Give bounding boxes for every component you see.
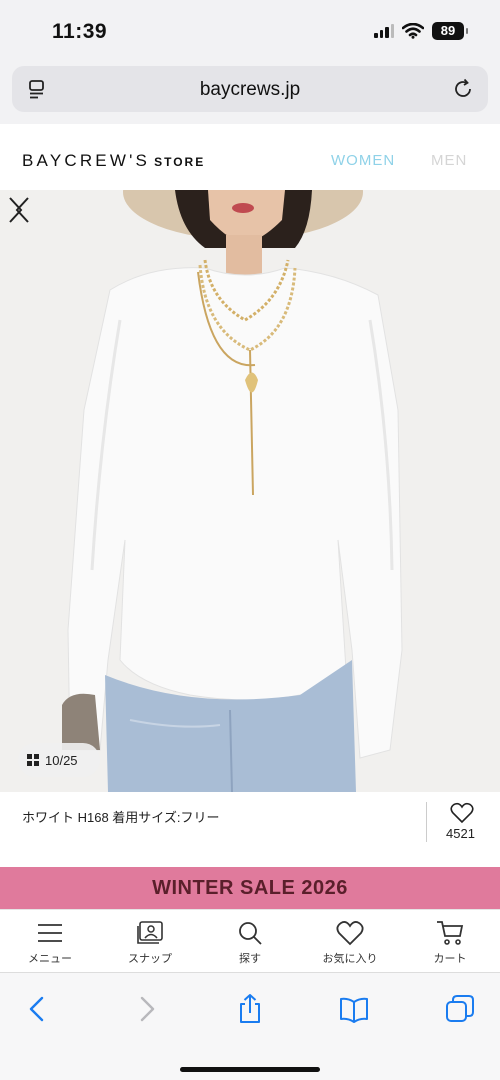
browser-address-area: baycrews.jp	[0, 62, 500, 124]
chevron-right-icon[interactable]	[0, 190, 30, 230]
snap-icon	[137, 921, 163, 944]
heart-icon	[336, 921, 364, 946]
status-time: 11:39	[52, 20, 108, 43]
site-header: BAYCREW'S STORE WOMEN MEN	[0, 124, 500, 190]
cellular-signal-icon	[374, 24, 394, 38]
bottom-nav-snap-label: スナップ	[128, 953, 172, 965]
bottom-nav-snap[interactable]: スナップ	[100, 910, 200, 971]
bottom-nav-search[interactable]: 探す	[200, 910, 300, 971]
menu-icon	[38, 924, 62, 942]
url-text: baycrews.jp	[199, 79, 301, 100]
product-photo	[0, 190, 500, 792]
grid-icon	[27, 754, 39, 766]
bottom-nav-cart-label: カート	[433, 953, 467, 965]
logo-store-text: STORE	[154, 155, 206, 169]
home-indicator	[180, 1067, 320, 1072]
status-icons: 89	[374, 22, 468, 40]
image-counter[interactable]: 10/25	[18, 743, 100, 777]
bottom-nav-favorites[interactable]: お気に入り	[300, 910, 400, 971]
tabs-icon[interactable]	[444, 993, 476, 1025]
bottom-nav-menu-label: メニュー	[28, 953, 72, 965]
nav-men-tab[interactable]: MEN	[431, 152, 467, 169]
bottom-nav-cart[interactable]: カート	[400, 910, 500, 971]
cart-icon	[437, 921, 464, 945]
image-counter-text: 10/25	[45, 752, 78, 768]
browser-toolbar	[0, 972, 500, 1080]
bookmarks-icon[interactable]	[338, 993, 370, 1025]
caption-divider	[426, 802, 427, 842]
wifi-icon	[402, 23, 424, 39]
bottom-nav-menu[interactable]: メニュー	[0, 910, 100, 971]
image-caption-row: ホワイト H168 着用サイズ:フリー 4521	[0, 792, 500, 848]
status-bar: 11:39 89	[0, 0, 500, 62]
forward-icon[interactable]	[130, 993, 162, 1025]
site-logo[interactable]: BAYCREW'S STORE	[22, 151, 205, 171]
bottom-nav-favorites-label: お気に入り	[322, 953, 378, 965]
sale-banner[interactable]: WINTER SALE 2026	[0, 867, 500, 909]
heart-icon[interactable]	[450, 802, 474, 824]
favorites-count: 4521	[446, 826, 475, 841]
site-bottom-nav: メニュー スナップ 探す お気に入り カート	[0, 909, 500, 971]
share-icon[interactable]	[234, 993, 266, 1025]
logo-text: BAYCREW'S	[22, 151, 151, 170]
bottom-nav-search-label: 探す	[239, 953, 261, 965]
address-bar[interactable]: baycrews.jp	[12, 66, 488, 112]
back-icon[interactable]	[22, 993, 54, 1025]
reload-icon[interactable]	[452, 78, 474, 100]
image-caption: ホワイト H168 着用サイズ:フリー	[22, 810, 220, 825]
battery-indicator: 89	[432, 22, 468, 40]
product-image-carousel[interactable]: 10/25	[0, 190, 500, 792]
search-icon	[239, 922, 262, 945]
nav-women-tab[interactable]: WOMEN	[331, 152, 395, 169]
